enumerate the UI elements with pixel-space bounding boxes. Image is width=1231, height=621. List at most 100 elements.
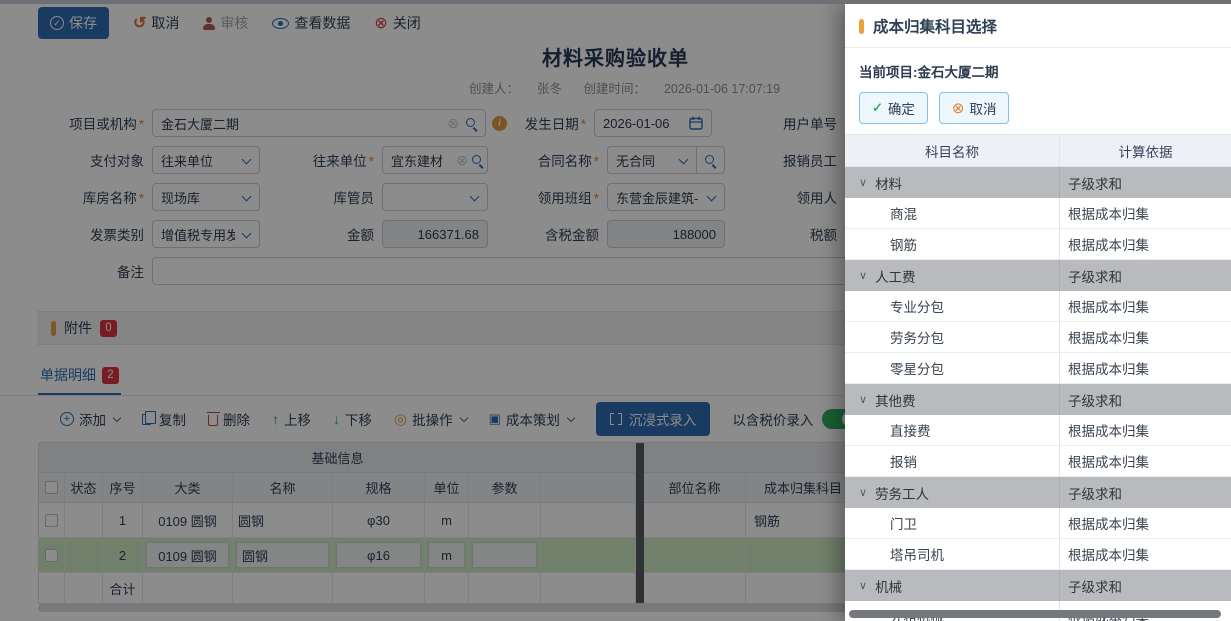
copy-button[interactable]: 复制	[142, 409, 186, 429]
cell-unit[interactable]: m	[425, 538, 469, 572]
chevron-down-icon[interactable]	[859, 486, 867, 499]
warehouse-value: 现场库	[161, 188, 235, 207]
audit-button[interactable]: 审核	[203, 13, 248, 33]
cell-cost-subject[interactable]: 钢筋	[746, 503, 861, 537]
cell-spec[interactable]: φ16	[333, 538, 425, 572]
tab-detail[interactable]: 单据明细 2	[38, 359, 121, 395]
tax-incl-toggle-label: 以含税价录入	[732, 409, 813, 429]
contract-search-button[interactable]	[697, 146, 725, 174]
batch-operate-button[interactable]: 批操作	[394, 409, 467, 429]
edit-cell[interactable]: m	[428, 542, 465, 568]
cell-name[interactable]: 圆钢	[233, 503, 333, 537]
check-icon	[872, 100, 883, 116]
cell-name[interactable]: 圆钢	[233, 538, 333, 572]
warehouse-select[interactable]: 现场库	[152, 183, 260, 211]
cancel-button[interactable]: 取消	[133, 13, 179, 33]
cell-unit[interactable]: m	[425, 503, 469, 537]
cell-spec[interactable]: φ30	[333, 503, 425, 537]
tab-detail-badge: 2	[102, 367, 119, 384]
calendar-icon[interactable]	[689, 116, 703, 130]
invoice-type-value: 增值税专用发票	[161, 225, 235, 244]
view-data-button[interactable]: 查看数据	[272, 13, 350, 33]
info-icon[interactable]	[492, 116, 507, 131]
search-icon[interactable]	[472, 155, 481, 164]
cell-category[interactable]: 0109 圆钢	[143, 503, 233, 537]
cell-param[interactable]	[469, 538, 541, 572]
subject-row-group[interactable]: 人工费 子级求和	[845, 260, 1231, 291]
subject-row[interactable]: 商混 根据成本归集	[845, 198, 1231, 229]
edit-cell[interactable]: 0109 圆钢	[146, 542, 229, 568]
subject-row-group[interactable]: 机械 子级求和	[845, 570, 1231, 601]
cell-param[interactable]	[469, 503, 541, 537]
clear-icon[interactable]	[447, 115, 459, 132]
chevron-down-icon[interactable]	[859, 579, 867, 592]
pay-target-select[interactable]: 往来单位	[152, 146, 260, 174]
required-mark: *	[139, 191, 144, 206]
row-checkbox[interactable]	[39, 538, 65, 572]
edit-cell[interactable]: 圆钢	[236, 542, 329, 568]
select-all-checkbox[interactable]	[39, 473, 65, 502]
chevron-down-icon[interactable]	[859, 393, 867, 406]
subject-row[interactable]: 钢筋 根据成本归集	[845, 229, 1231, 260]
cell-empty	[425, 573, 469, 603]
table-row-selected[interactable]: 2 0109 圆钢 圆钢 φ16 m	[39, 538, 867, 573]
team-select[interactable]: 东营金辰建筑-	[607, 183, 725, 211]
subject-row[interactable]: 劳务分包 根据成本归集	[845, 322, 1231, 353]
subject-row-group[interactable]: 材料 子级求和	[845, 167, 1231, 198]
row-checkbox[interactable]	[39, 503, 65, 537]
delete-button[interactable]: 删除	[208, 409, 250, 429]
horizontal-scrollbar[interactable]	[38, 604, 868, 612]
subject-name: 商混	[845, 198, 1060, 228]
created-label: 创建时间：	[583, 82, 646, 96]
cost-plan-button[interactable]: 成本策划	[489, 409, 574, 429]
cell-part-name[interactable]	[644, 538, 746, 572]
panel-cancel-button[interactable]: 取消	[939, 92, 1010, 124]
checkbox[interactable]	[45, 549, 58, 562]
cell-part-name[interactable]	[644, 503, 746, 537]
date-input[interactable]: 2026-01-06	[594, 109, 712, 137]
table-row[interactable]: 1 0109 圆钢 圆钢 φ30 m 钢筋	[39, 503, 867, 538]
edit-cell[interactable]	[472, 542, 537, 568]
subject-row[interactable]: 零星分包 根据成本归集	[845, 353, 1231, 384]
cell-cost-subject[interactable]	[746, 538, 861, 572]
subject-table: 科目名称 计算依据 材料 子级求和 商混 根据成本归集 钢筋 根据成本归集 人工…	[845, 134, 1231, 621]
keeper-select[interactable]	[382, 183, 488, 211]
move-down-button[interactable]: 下移	[333, 409, 372, 429]
subject-row[interactable]: 门卫 根据成本归集	[845, 508, 1231, 539]
subject-row[interactable]: 专业分包 根据成本归集	[845, 291, 1231, 322]
save-button[interactable]: 保存	[38, 7, 109, 39]
counterpart-input[interactable]: 宜东建材	[382, 146, 488, 174]
subject-basis: 根据成本归集	[1060, 322, 1231, 352]
cell-empty	[143, 573, 233, 603]
invoice-type-select[interactable]: 增值税专用发票	[152, 220, 260, 248]
subject-row[interactable]: 直接费 根据成本归集	[845, 415, 1231, 446]
invoice-type-label: 发票类别	[0, 224, 152, 244]
amount-label: 金额	[260, 224, 382, 244]
clear-icon[interactable]	[456, 152, 468, 169]
confirm-button[interactable]: 确定	[859, 92, 928, 124]
checkbox[interactable]	[45, 514, 58, 527]
chevron-down-icon[interactable]	[859, 269, 867, 282]
checkbox[interactable]	[45, 481, 58, 494]
close-button[interactable]: 关闭	[374, 13, 420, 33]
move-up-label: 上移	[284, 409, 311, 429]
immersive-entry-button[interactable]: 沉浸式录入	[596, 402, 711, 436]
vertical-scrollbar[interactable]	[636, 443, 644, 603]
cell-empty	[469, 573, 541, 603]
edit-cell[interactable]: φ16	[336, 542, 421, 568]
project-input[interactable]: 金石大厦二期	[152, 109, 486, 137]
subject-row-group[interactable]: 劳务工人 子级求和	[845, 477, 1231, 508]
trash-icon	[208, 415, 218, 426]
add-button[interactable]: 添加	[60, 409, 120, 429]
subject-row[interactable]: 塔吊司机 根据成本归集	[845, 539, 1231, 570]
subject-row[interactable]: 报销 根据成本归集	[845, 446, 1231, 477]
subject-row-group[interactable]: 其他费 子级求和	[845, 384, 1231, 415]
cell-category[interactable]: 0109 圆钢	[143, 538, 233, 572]
search-icon[interactable]	[466, 118, 475, 127]
contract-select[interactable]: 无合同	[607, 146, 697, 174]
copy-icon	[142, 414, 151, 425]
panel-horizontal-scrollbar[interactable]	[849, 610, 1221, 618]
person-icon	[203, 17, 215, 30]
chevron-down-icon[interactable]	[859, 176, 867, 189]
move-up-button[interactable]: 上移	[272, 409, 311, 429]
